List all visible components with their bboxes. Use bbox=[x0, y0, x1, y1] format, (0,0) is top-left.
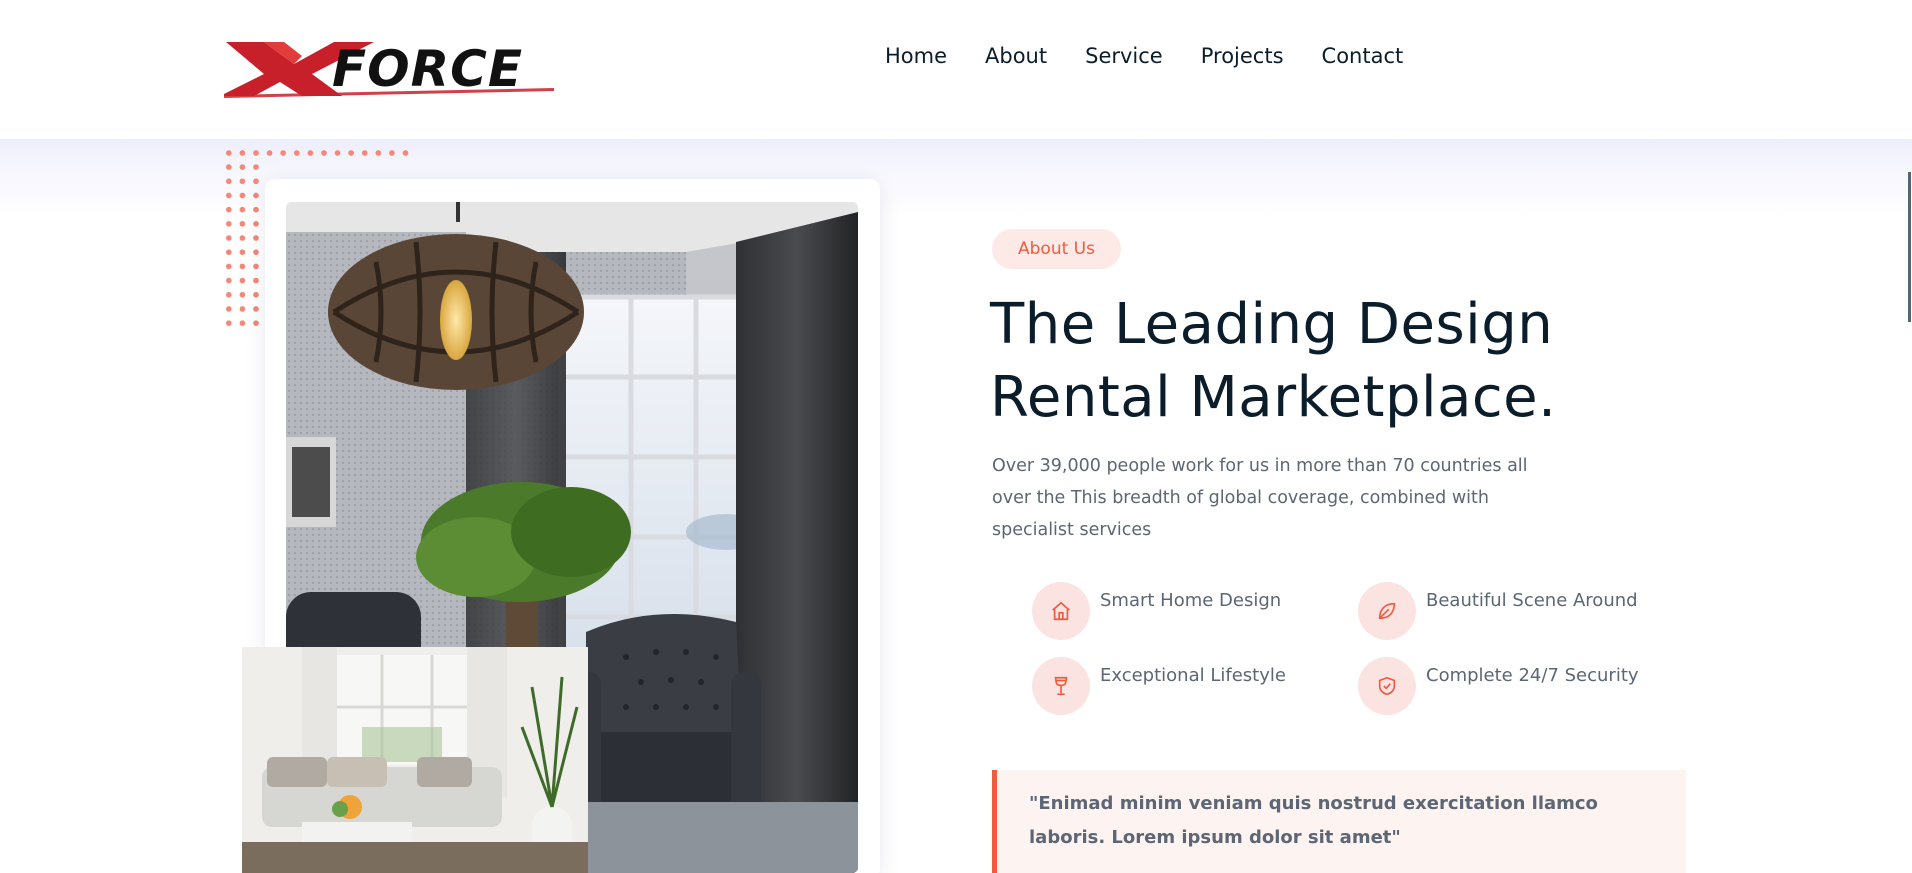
interior-photo-secondary bbox=[242, 647, 588, 873]
feature-label: Exceptional Lifestyle bbox=[1100, 665, 1286, 686]
about-description: Over 39,000 people work for us in more t… bbox=[992, 456, 1528, 540]
title-line-2: Rental Marketplace. bbox=[990, 365, 1557, 430]
svg-text:FORCE: FORCE bbox=[332, 40, 523, 98]
page-title: The Leading Design Rental Marketplace. bbox=[990, 288, 1690, 434]
nav-service[interactable]: Service bbox=[1085, 44, 1163, 68]
quote-text: "Enimad minim veniam quis nostrud exerci… bbox=[1029, 793, 1598, 848]
nav-contact[interactable]: Contact bbox=[1322, 44, 1404, 68]
feature-security: Complete 24/7 Security bbox=[1358, 657, 1639, 715]
site-header: FORCE Home About Service Projects Contac… bbox=[0, 0, 1912, 139]
home-icon bbox=[1032, 582, 1090, 640]
main-nav: Home About Service Projects Contact bbox=[885, 44, 1441, 68]
about-us-badge: About Us bbox=[992, 229, 1121, 269]
dot-pattern-left bbox=[222, 160, 262, 332]
scroll-indicator[interactable] bbox=[1908, 172, 1911, 322]
nav-about[interactable]: About bbox=[985, 44, 1047, 68]
shield-check-icon bbox=[1358, 657, 1416, 715]
leaf-icon bbox=[1358, 582, 1416, 640]
dot-pattern-top bbox=[222, 146, 412, 158]
feature-label: Complete 24/7 Security bbox=[1426, 665, 1639, 686]
feature-label: Smart Home Design bbox=[1100, 590, 1282, 611]
feature-beautiful-scene: Beautiful Scene Around bbox=[1358, 582, 1638, 640]
quote-block: "Enimad minim veniam quis nostrud exerci… bbox=[992, 770, 1686, 873]
nav-projects[interactable]: Projects bbox=[1201, 44, 1284, 68]
living-room-illustration bbox=[242, 647, 588, 873]
nav-home[interactable]: Home bbox=[885, 44, 947, 68]
title-line-1: The Leading Design bbox=[990, 292, 1554, 357]
feature-label: Beautiful Scene Around bbox=[1426, 590, 1638, 611]
logo-graphic: FORCE bbox=[220, 40, 554, 98]
wine-glass-icon bbox=[1032, 657, 1090, 715]
feature-exceptional-lifestyle: Exceptional Lifestyle bbox=[1032, 657, 1286, 715]
xforce-logo[interactable]: FORCE bbox=[220, 38, 554, 100]
feature-smart-home: Smart Home Design bbox=[1032, 582, 1281, 640]
